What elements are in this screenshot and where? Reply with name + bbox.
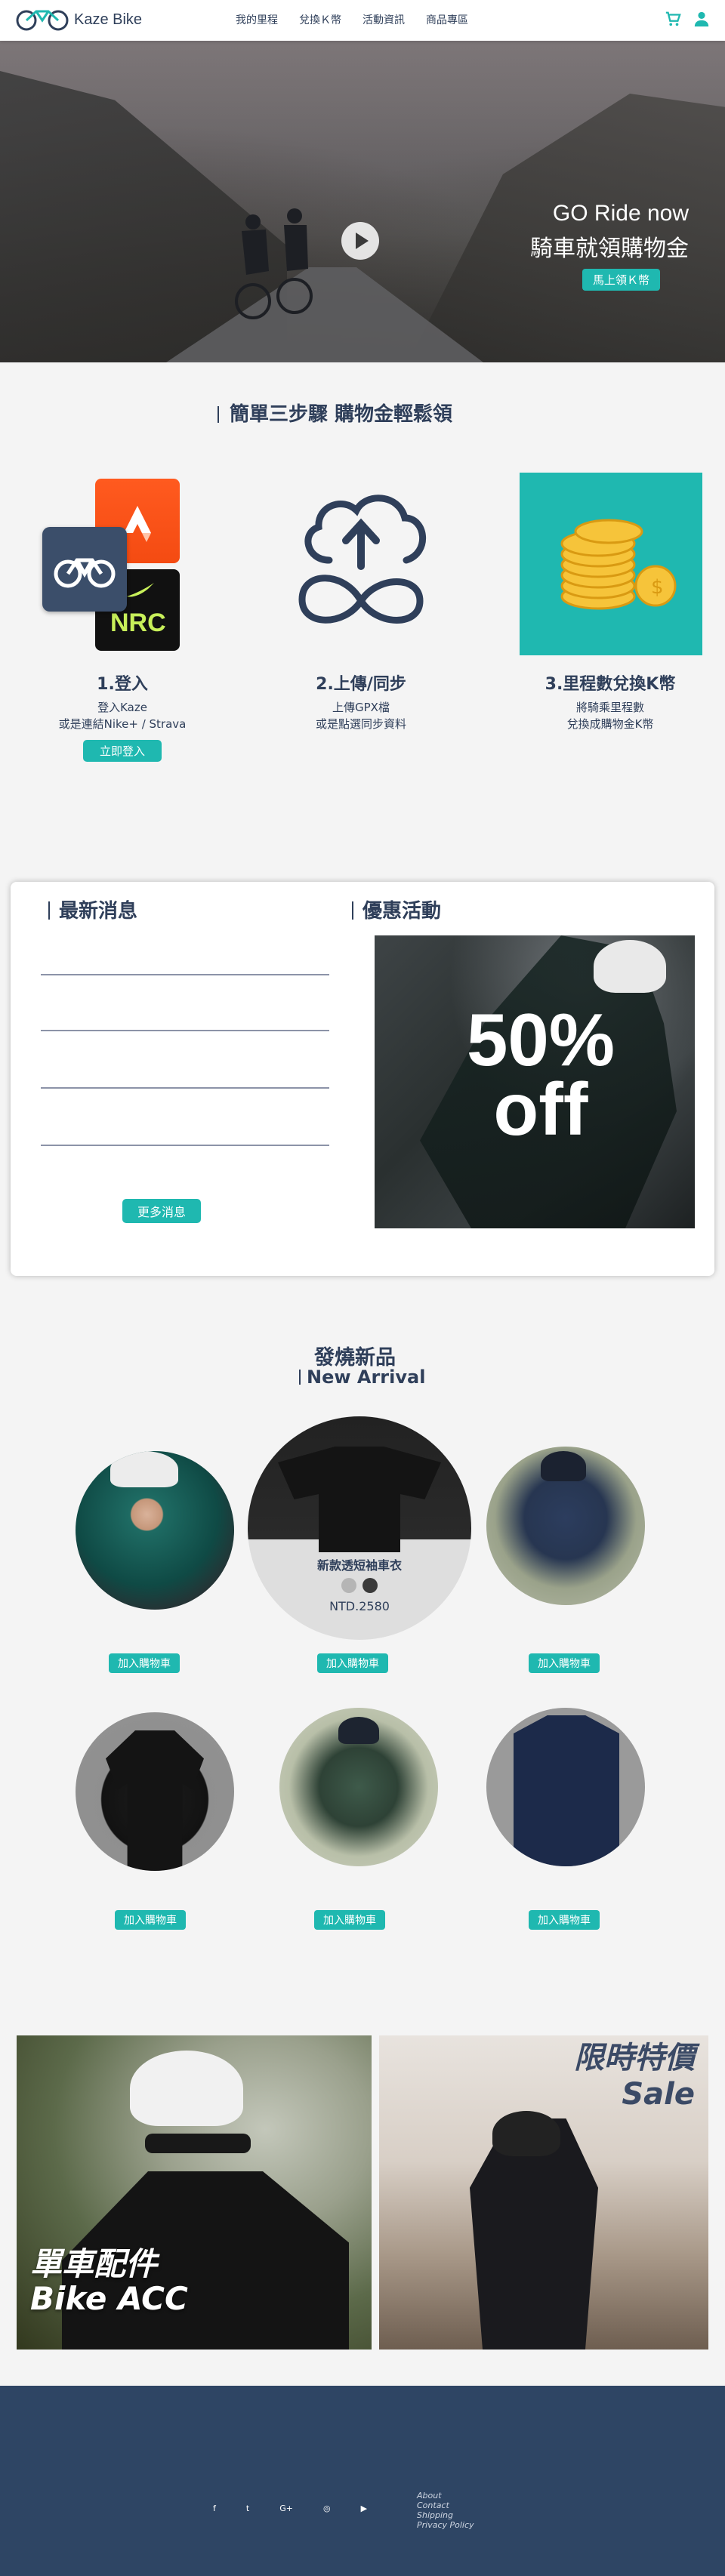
- steps-title: 簡單三步驟 購物金輕鬆領: [218, 399, 452, 427]
- footer-link-contact[interactable]: Contact: [417, 2501, 474, 2510]
- promo-off: off: [493, 1068, 588, 1151]
- footer-links: About Contact Shipping Privacy Policy: [417, 2491, 474, 2530]
- app-icons-group: NRC: [42, 479, 181, 652]
- step-exchange-desc-2: 兌換成購物金K幣: [566, 717, 654, 731]
- news-promo-panel: 最新消息 優惠活動 更多消息 50% off: [11, 882, 714, 1276]
- hero-headline: GO Ride now: [552, 201, 689, 226]
- user-icon[interactable]: [693, 11, 710, 27]
- svg-text:$: $: [651, 576, 664, 599]
- sale-line-1: 限時特價: [574, 2041, 695, 2075]
- step-upload: 2.上傳/同步 上傳GPX檔 或是點選同步資料: [263, 670, 459, 732]
- footer-link-about[interactable]: About: [417, 2491, 474, 2501]
- featured-product-name: 新款透短袖車衣: [316, 1558, 402, 1573]
- arrival-subtitle-text: New Arrival: [307, 1367, 426, 1388]
- more-news-button[interactable]: 更多消息: [122, 1199, 202, 1223]
- get-k-coin-button[interactable]: 馬上領Ｋ幣: [582, 269, 660, 291]
- step-upload-heading: 2.上傳/同步: [316, 675, 406, 694]
- step-exchange-desc-1: 將騎乘里程數: [575, 701, 644, 714]
- cyclists-image: [235, 208, 313, 319]
- product-featured-jersey[interactable]: 新款透短袖車衣 NTD.2580: [248, 1416, 471, 1640]
- hero-subheadline: 騎車就領購物金: [530, 236, 689, 262]
- sale-line-2: Sale: [622, 2077, 695, 2112]
- step-login: 1.登入 登入Kaze 或是連結Nike+ / Strava 立即登入: [24, 670, 221, 762]
- promo-percent: 50%: [466, 998, 615, 1081]
- product-green-jersey-man[interactable]: [279, 1708, 438, 1866]
- kaze-app-icon: [42, 527, 127, 612]
- youtube-icon[interactable]: ▶: [361, 2504, 367, 2513]
- sale-banner[interactable]: 限時特價 Sale: [379, 2035, 708, 2350]
- top-navbar: Kaze Bike 我的里程 兌換Ｋ幣 活動資訊 商品專區: [0, 0, 725, 41]
- cart-icon[interactable]: [665, 11, 681, 27]
- product-black-jersey[interactable]: [76, 1712, 234, 1871]
- footer: [0, 2386, 725, 2576]
- cloud-upload-icon: [298, 495, 427, 624]
- step-upload-desc-2: 或是點選同步資料: [315, 717, 406, 731]
- promo-title: 優惠活動: [352, 895, 441, 923]
- hero-banner: GO Ride now 騎車就領購物金 馬上領Ｋ幣: [0, 41, 725, 362]
- promo-discount-text: 50% off: [458, 998, 624, 1151]
- promo-image[interactable]: 50% off: [375, 935, 695, 1228]
- menu-item-events[interactable]: 活動資訊: [362, 12, 405, 27]
- facebook-icon[interactable]: f: [213, 2504, 216, 2513]
- step-login-desc-2: 或是連結Nike+ / Strava: [58, 717, 187, 731]
- news-item-4[interactable]: [41, 1145, 329, 1146]
- news-item-3[interactable]: [41, 1087, 329, 1089]
- news-title: 最新消息: [48, 895, 137, 923]
- news-item-2[interactable]: [41, 1030, 329, 1031]
- logo[interactable]: Kaze Bike: [15, 8, 142, 32]
- sale-title: 限時特價 Sale: [574, 2040, 695, 2112]
- social-links: f t G+ ◎ ▶: [213, 2504, 367, 2513]
- menu-item-exchange-k[interactable]: 兌換Ｋ幣: [299, 12, 341, 27]
- bike-acc-line-2: Bike ACC: [30, 2280, 188, 2317]
- helmet-shape: [130, 2051, 243, 2126]
- coins-image: $: [520, 473, 702, 655]
- add-to-cart-button-2[interactable]: 加入購物車: [317, 1653, 388, 1673]
- twitter-icon[interactable]: t: [246, 2504, 249, 2513]
- play-video-button[interactable]: [341, 222, 379, 260]
- footer-link-shipping[interactable]: Shipping: [417, 2510, 474, 2520]
- bike-logo-icon: [16, 10, 69, 31]
- arrival-subtitle: New Arrival: [299, 1367, 425, 1388]
- product-woman-teal-jersey[interactable]: [76, 1451, 234, 1610]
- helmet-shape: [492, 2111, 560, 2156]
- helmet-shape: [594, 940, 666, 993]
- add-to-cart-button-3[interactable]: 加入購物車: [529, 1653, 600, 1673]
- add-to-cart-button-4[interactable]: 加入購物車: [115, 1910, 186, 1930]
- add-to-cart-button-6[interactable]: 加入購物車: [529, 1910, 600, 1930]
- menu-item-products[interactable]: 商品專區: [426, 12, 468, 27]
- login-now-button[interactable]: 立即登入: [82, 740, 162, 762]
- step-login-heading: 1.登入: [97, 675, 148, 694]
- menu-item-my-mileage[interactable]: 我的里程: [236, 12, 278, 27]
- bike-acc-banner[interactable]: 單車配件 Bike ACC: [17, 2035, 372, 2350]
- bike-acc-title: 單車配件 Bike ACC: [30, 2247, 188, 2316]
- sunglasses-shape: [145, 2134, 251, 2153]
- step-upload-desc-1: 上傳GPX檔: [332, 701, 390, 714]
- featured-product-price: NTD.2580: [329, 1599, 390, 1613]
- hero-text: GO Ride now 騎車就領購物金 馬上領Ｋ幣: [530, 201, 689, 291]
- main-menu: 我的里程 兌換Ｋ幣 活動資訊 商品專區: [236, 12, 468, 27]
- instagram-icon[interactable]: ◎: [323, 2504, 331, 2513]
- step-login-desc-1: 登入Kaze: [97, 701, 147, 714]
- news-item-1[interactable]: [41, 974, 329, 975]
- color-swatch-light[interactable]: [341, 1578, 356, 1593]
- color-swatch-dark[interactable]: [362, 1578, 378, 1593]
- logo-text: Kaze Bike: [74, 11, 143, 28]
- google-plus-icon[interactable]: G+: [279, 2504, 293, 2513]
- step-exchange-heading: 3.里程數兌換K幣: [545, 675, 676, 694]
- nav-icons: [665, 11, 710, 27]
- add-to-cart-button-5[interactable]: 加入購物車: [314, 1910, 385, 1930]
- step-exchange: 3.里程數兌換K幣 將騎乘里程數 兌換成購物金K幣: [512, 670, 708, 732]
- product-man-navy-jersey[interactable]: [486, 1447, 645, 1605]
- add-to-cart-button-1[interactable]: 加入購物車: [109, 1653, 180, 1673]
- bike-acc-line-1: 單車配件: [30, 2245, 158, 2282]
- footer-link-privacy[interactable]: Privacy Policy: [417, 2520, 474, 2530]
- product-navy-longsleeve[interactable]: [486, 1708, 645, 1866]
